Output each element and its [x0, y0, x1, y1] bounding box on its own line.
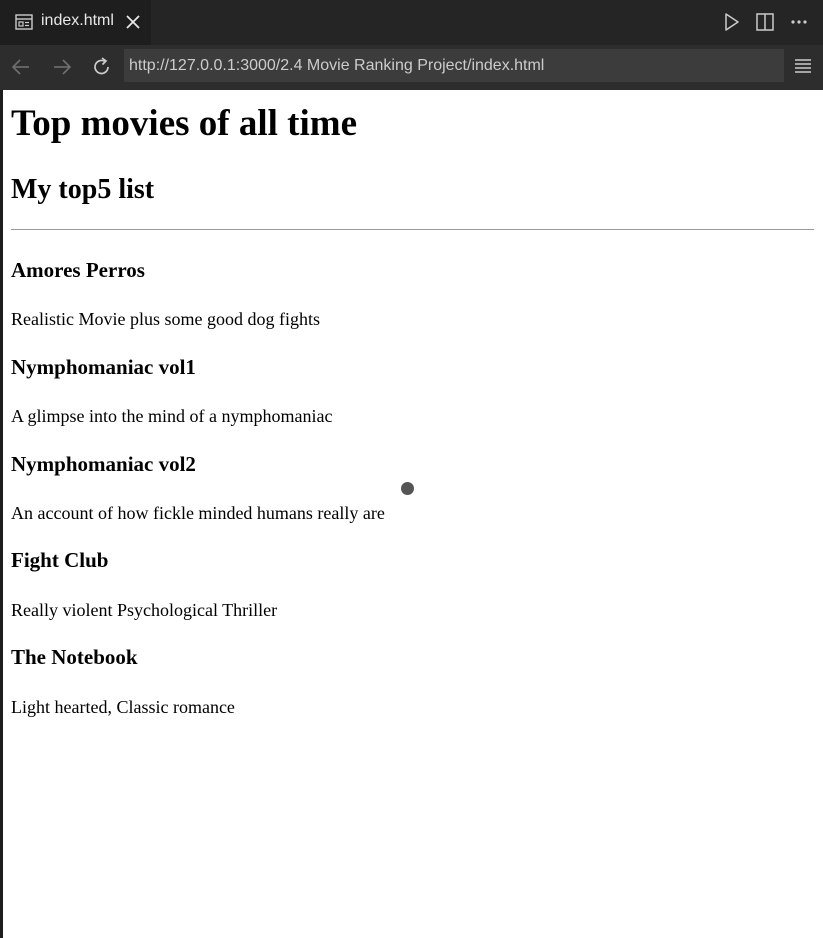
menu-icon[interactable] — [793, 55, 813, 77]
tab-index-html[interactable]: index.html — [0, 0, 151, 45]
movie-title: Nymphomaniac vol1 — [11, 355, 196, 379]
editor-tab-bar: index.html — [0, 0, 823, 45]
movie-description: Light hearted, Classic romance — [11, 697, 235, 717]
movie-description: An account of how fickle minded humans r… — [11, 503, 385, 523]
address-bar[interactable]: http://127.0.0.1:3000/2.4 Movie Ranking … — [124, 49, 784, 82]
movie-description: Realistic Movie plus some good dog fight… — [11, 309, 320, 329]
mouse-cursor — [401, 482, 414, 495]
movie-description: A glimpse into the mind of a nymphomania… — [11, 406, 333, 426]
movie-description: Really violent Psychological Thriller — [11, 600, 278, 620]
movie-title: Nymphomaniac vol2 — [11, 452, 196, 476]
close-icon[interactable] — [124, 13, 142, 31]
run-icon[interactable] — [721, 11, 741, 33]
list-subtitle: My top5 list — [11, 174, 155, 205]
preview-icon — [15, 14, 33, 30]
movie-title: Amores Perros — [11, 258, 145, 282]
forward-arrow-icon[interactable] — [50, 55, 74, 79]
browser-nav-bar: http://127.0.0.1:3000/2.4 Movie Ranking … — [0, 45, 823, 90]
reload-icon[interactable] — [90, 55, 114, 79]
movie-title: The Notebook — [11, 645, 138, 669]
page-viewport: Top movies of all time My top5 list Amor… — [3, 90, 823, 938]
divider — [11, 229, 814, 230]
back-arrow-icon[interactable] — [9, 55, 33, 79]
more-actions-icon[interactable] — [789, 11, 809, 33]
split-editor-icon[interactable] — [755, 11, 775, 33]
movie-title: Fight Club — [11, 548, 109, 572]
editor-actions — [721, 11, 809, 33]
tab-label: index.html — [41, 12, 114, 29]
page-title: Top movies of all time — [11, 103, 358, 144]
